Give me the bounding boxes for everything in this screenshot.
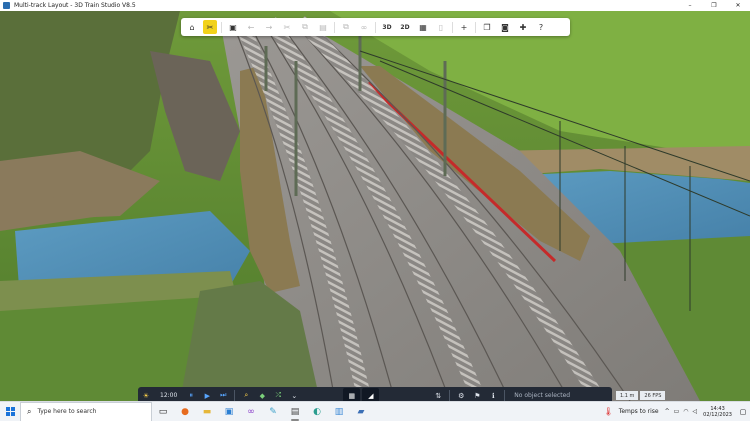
add-icon[interactable]: + — [457, 20, 471, 34]
toolbar-divider — [221, 21, 222, 33]
puzzle-icon[interactable]: ✚ — [516, 20, 530, 34]
volume-icon[interactable]: ◁ — [693, 408, 698, 415]
file-explorer-icon[interactable]: ▬ — [196, 402, 218, 421]
signal-icon[interactable]: ⚑ — [471, 389, 483, 402]
wifi-icon[interactable]: ◠ — [683, 408, 688, 415]
minimize-button[interactable]: – — [678, 0, 702, 11]
app-icon — [3, 2, 10, 9]
view-2d-button[interactable]: 2D — [398, 20, 412, 34]
infinity-app-icon[interactable]: ∞ — [240, 402, 262, 421]
camera-icon[interactable]: ◙ — [498, 20, 512, 34]
bottombar-divider — [234, 390, 236, 401]
3d-viewport[interactable]: ⌂ ✂ ▣ ← → ✂ ⧉ ▤ ⧉ ∞ 3D 2D ▦ ▯ + ❐ ◙ ✚ ? … — [0, 11, 750, 401]
save-icon[interactable]: ▣ — [226, 20, 240, 34]
bottombar-divider — [504, 390, 506, 401]
viewport-readout: 1.1 m 26 FPS — [616, 390, 750, 401]
weather-widget[interactable]: 🌡 Temps to rise — [604, 407, 663, 416]
close-button[interactable]: ✕ — [726, 0, 750, 11]
grid-icon[interactable]: ▦ — [416, 20, 430, 34]
firefox-icon[interactable]: ● — [174, 402, 196, 421]
edge-icon[interactable]: ◐ — [306, 402, 328, 421]
copy-icon[interactable]: ⧉ — [298, 20, 312, 34]
sun-icon[interactable]: ☀ — [140, 389, 152, 402]
windows-taskbar: ⌕ Type here to search ▭ ● ▬ ▣ ∞ ✎ ▤ ◐ ▥ … — [0, 401, 750, 421]
fast-forward-icon[interactable]: ⏭ — [217, 389, 229, 402]
tools-icon[interactable]: ✂ — [203, 20, 217, 34]
system-tray: ^ ▭ ◠ ◁ — [663, 408, 700, 415]
taskbar-clock[interactable]: 14:43 02/12/2023 — [703, 406, 732, 418]
window-controls: – ❐ ✕ — [678, 0, 750, 11]
terminal-icon[interactable]: ▰ — [350, 402, 372, 421]
network-icon[interactable]: ▭ — [674, 408, 680, 415]
window-titlebar: Multi-track Layout - 3D Train Studio V8.… — [0, 0, 750, 11]
windows-icon[interactable]: ❐ — [480, 20, 494, 34]
bottombar-divider — [449, 390, 451, 401]
selection-status: No object selected — [514, 392, 571, 399]
search-icon: ⌕ — [27, 406, 32, 416]
train-studio-icon[interactable]: ▤ — [284, 402, 306, 421]
link-icon[interactable]: ∞ — [357, 20, 371, 34]
windows-logo-icon — [5, 407, 15, 416]
cut-icon[interactable]: ✂ — [280, 20, 294, 34]
notifications-icon[interactable]: ▢ — [736, 402, 750, 421]
clock-date: 02/12/2023 — [703, 411, 732, 418]
scene-render — [0, 11, 750, 401]
bottom-control-bar: ☀ 12:00 ⏸ ▶ ⏭ ⌕ ◆ ⤮ ⌄ ▦ ◢ ⇅ ⚙ ⚑ ℹ No obj… — [138, 387, 612, 401]
task-view-icon[interactable]: ▭ — [152, 402, 174, 421]
terrain-icon[interactable]: ◢ — [362, 387, 380, 401]
notes-icon[interactable]: ▥ — [328, 402, 350, 421]
main-toolbar: ⌂ ✂ ▣ ← → ✂ ⧉ ▤ ⧉ ∞ 3D 2D ▦ ▯ + ❐ ◙ ✚ ? — [181, 18, 570, 36]
toolbar-divider — [475, 21, 476, 33]
paint-icon[interactable]: ✎ — [262, 402, 284, 421]
taskbar-search[interactable]: ⌕ Type here to search — [20, 401, 152, 421]
duplicate-icon[interactable]: ⧉ — [339, 20, 353, 34]
window-title: Multi-track Layout - 3D Train Studio V8.… — [14, 2, 136, 9]
toolbar-divider — [334, 21, 335, 33]
toolbar-divider — [452, 21, 453, 33]
fps-readout: 26 FPS — [640, 391, 666, 400]
info-icon[interactable]: ℹ — [487, 389, 499, 402]
search-icon[interactable]: ⌕ — [240, 389, 252, 402]
weather-text: Temps to rise — [618, 408, 659, 415]
grid-view-icon[interactable]: ▦ — [343, 387, 361, 401]
sliders-icon[interactable]: ⇅ — [432, 389, 444, 402]
shuffle-icon[interactable]: ⤮ — [272, 389, 284, 402]
pause-icon[interactable]: ⏸ — [185, 389, 197, 402]
settings-icon[interactable]: ⚙ — [455, 389, 467, 402]
start-button[interactable] — [0, 402, 20, 421]
photos-icon[interactable]: ▣ — [218, 402, 240, 421]
chevron-down-icon[interactable]: ⌄ — [288, 389, 300, 402]
flashlight-icon[interactable]: ▯ — [434, 20, 448, 34]
redo-icon[interactable]: → — [262, 20, 276, 34]
play-icon[interactable]: ▶ — [201, 389, 213, 402]
thermometer-icon: 🌡 — [603, 407, 614, 416]
chevron-up-icon[interactable]: ^ — [665, 408, 670, 415]
maximize-button[interactable]: ❐ — [702, 0, 726, 11]
paste-icon[interactable]: ▤ — [316, 20, 330, 34]
simulation-time[interactable]: 12:00 — [160, 389, 177, 402]
home-icon[interactable]: ⌂ — [185, 20, 199, 34]
layers-icon[interactable]: ◆ — [256, 389, 268, 402]
help-icon[interactable]: ? — [534, 20, 548, 34]
scale-readout: 1.1 m — [616, 391, 639, 400]
search-placeholder: Type here to search — [37, 408, 97, 415]
undo-icon[interactable]: ← — [244, 20, 258, 34]
view-3d-button[interactable]: 3D — [380, 20, 394, 34]
toolbar-divider — [375, 21, 376, 33]
